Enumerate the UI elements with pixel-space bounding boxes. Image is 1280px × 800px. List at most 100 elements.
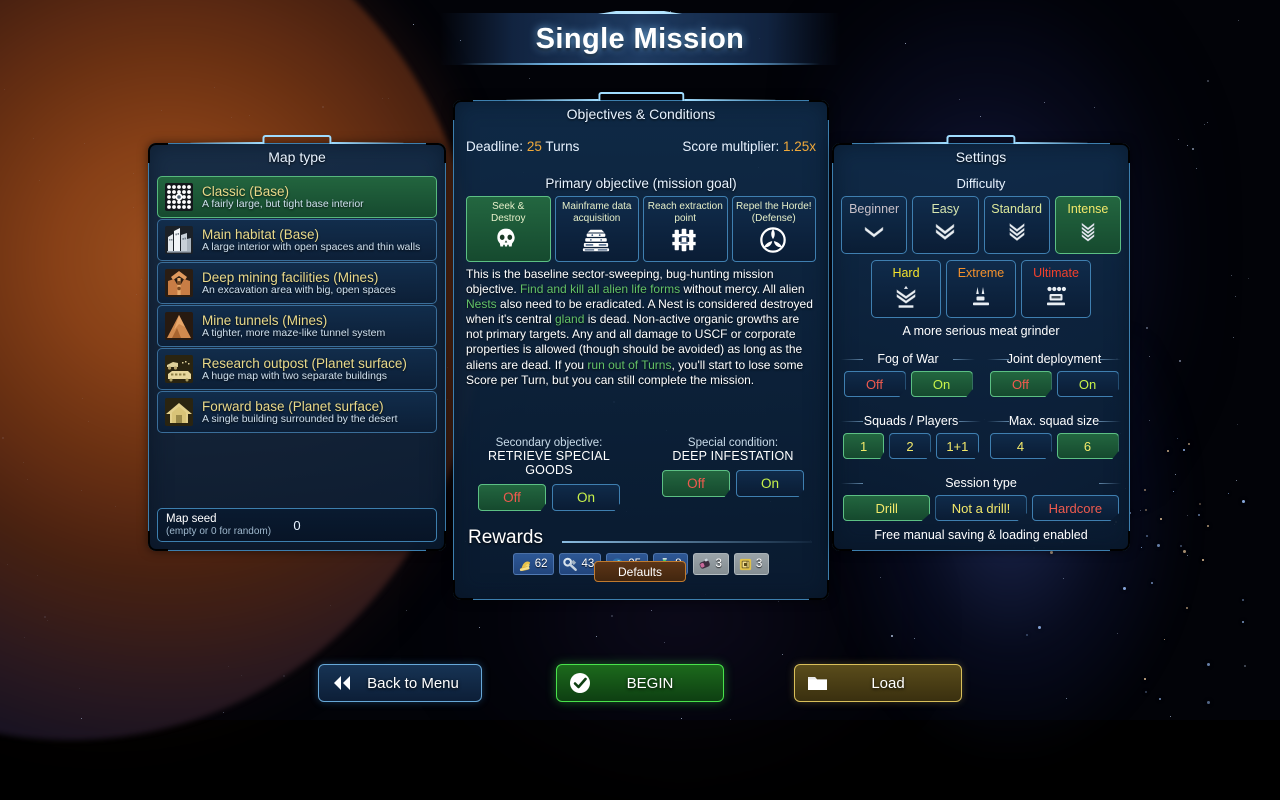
secondary-off-label: Off xyxy=(503,490,521,505)
primary-objective-header: Primary objective (mission goal) xyxy=(545,176,737,191)
difficulty-option-intense[interactable]: Intense xyxy=(1054,196,1121,254)
reward-value: 3 xyxy=(755,558,763,570)
joint-deployment-option-1[interactable]: On xyxy=(1056,371,1119,397)
rewards-divider xyxy=(562,541,812,543)
option-label: Drill xyxy=(875,500,898,516)
objective-label-line1: Repel the Horde! xyxy=(735,201,812,212)
map-type-item-0[interactable]: Classic (Base) A fairly large, but tight … xyxy=(157,176,437,218)
map-seed-label-line2: (empty or 0 for random) xyxy=(166,525,272,537)
difficulty-option-hard[interactable]: Hard xyxy=(871,260,941,318)
special-on-button[interactable]: On xyxy=(736,470,804,497)
primary-objective-option-1[interactable]: Mainframe data acquisition xyxy=(554,196,639,262)
session-type-option-1[interactable]: Not a drill! xyxy=(935,495,1027,521)
load-button[interactable]: Load xyxy=(794,664,962,702)
defense-icon xyxy=(759,226,789,256)
score-value: 1.25x xyxy=(782,139,816,154)
map-seed-input[interactable]: 0 xyxy=(293,518,300,533)
primary-objective-options: Seek & Destroy Mainframe data acquisition Re… xyxy=(466,196,816,262)
back-to-menu-button[interactable]: Back to Menu xyxy=(318,664,482,702)
house-icon xyxy=(164,397,194,427)
buildings-icon xyxy=(164,225,194,255)
secondary-off-button[interactable]: Off xyxy=(478,484,546,511)
difficulty-option-standard[interactable]: Standard xyxy=(983,196,1050,254)
session-type-option-0[interactable]: Drill xyxy=(843,495,931,521)
deadline-unit: Turns xyxy=(545,139,580,154)
reward-item-4: 3 xyxy=(693,553,729,575)
fog-of-war-option-1[interactable]: On xyxy=(910,371,973,397)
gold-bell-icon xyxy=(517,557,532,572)
folder-icon xyxy=(803,674,833,692)
defaults-button[interactable]: Defaults xyxy=(594,561,686,582)
max-squad-size-option-0[interactable]: 4 xyxy=(989,433,1052,459)
squads-players-option-1[interactable]: 2 xyxy=(889,433,931,459)
rewards-header: Rewards xyxy=(468,527,543,548)
map-type-item-2[interactable]: Deep mining facilities (Mines) An excavat… xyxy=(157,262,437,304)
settings-header-label: Settings xyxy=(955,149,1007,165)
option-label: 6 xyxy=(1083,438,1092,454)
difficulty-label: Intense xyxy=(1067,202,1109,216)
map-type-item-name: Classic (Base) xyxy=(202,183,290,199)
difficulty-label: Extreme xyxy=(957,266,1005,280)
fog-of-war-title: Fog of War xyxy=(841,352,973,366)
description-segment-1: Find and kill all alien life forms xyxy=(520,282,681,297)
primary-objective-option-3[interactable]: Repel the Horde! (Defense) xyxy=(731,196,816,262)
load-label: Load xyxy=(871,674,905,692)
description-segment-3: Nests xyxy=(466,297,497,312)
difficulty-option-extreme[interactable]: Extreme xyxy=(946,260,1016,318)
map-type-item-4[interactable]: Research outpost (Planet surface) A huge … xyxy=(157,348,437,390)
map-type-item-1[interactable]: Main habitat (Base) A large interior with… xyxy=(157,219,437,261)
settings-header: Settings xyxy=(833,135,1129,170)
description-segment-7: run out of Turns xyxy=(587,357,672,372)
map-type-item-desc: A fairly large, but tight base interior xyxy=(202,197,364,210)
secondary-on-button[interactable]: On xyxy=(552,484,620,511)
fog-of-war-option-0[interactable]: Off xyxy=(843,371,906,397)
score-label: Score multiplier: xyxy=(682,139,780,154)
squads-players-option-0[interactable]: 1 xyxy=(843,433,885,459)
objectives-panel: Objectives & Conditions Deadline: 25 Tur… xyxy=(453,92,829,600)
joint-deployment-options: Off On xyxy=(989,371,1119,397)
check-circle-icon xyxy=(565,672,595,694)
max-squad-size-group: Max. squad size 46 xyxy=(987,414,1119,459)
map-type-item-name: Main habitat (Base) xyxy=(202,226,320,242)
max-squad-size-option-1[interactable]: 6 xyxy=(1056,433,1119,459)
objective-label-line1: Reach extraction xyxy=(647,201,723,212)
map-type-item-name: Deep mining facilities (Mines) xyxy=(202,269,379,285)
session-type-group: Session type Drill Not a drill! Hardcore xyxy=(841,476,1119,521)
begin-button[interactable]: BEGIN xyxy=(556,664,724,702)
option-label: Off xyxy=(865,376,884,392)
map-type-item-text: Deep mining facilities (Mines) An excavat… xyxy=(202,270,396,297)
difficulty-option-beginner[interactable]: Beginner xyxy=(841,196,908,254)
special-off-button[interactable]: Off xyxy=(662,470,730,497)
secondary-objective-toggle: Off On xyxy=(464,484,634,511)
squads-players-option-2[interactable]: 1+1 xyxy=(935,433,979,459)
objectives-header-label: Objectives & Conditions xyxy=(566,106,716,122)
skull-icon xyxy=(493,226,523,256)
primary-objective-option-2[interactable]: Reach extraction point xyxy=(643,196,728,262)
secondary-special-row: Secondary objective: RETRIEVE SPECIAL GO… xyxy=(464,437,818,511)
chevron-rank-icon xyxy=(934,221,956,245)
score-multiplier-info: Score multiplier: 1.25x xyxy=(682,139,816,154)
settings-panel: Settings Difficulty Beginner Easy Standard… xyxy=(832,135,1130,551)
map-type-item-5[interactable]: Forward base (Planet surface) A single bu… xyxy=(157,391,437,433)
difficulty-option-ultimate[interactable]: Ultimate xyxy=(1021,260,1091,318)
secondary-objective-group: Secondary objective: RETRIEVE SPECIAL GO… xyxy=(464,437,634,511)
map-type-item-desc: A single building surrounded by the dese… xyxy=(202,412,398,425)
primary-objective-option-0[interactable]: Seek & Destroy xyxy=(466,196,551,262)
max-squad-size-options: 46 xyxy=(989,433,1119,459)
hard-rank-icon xyxy=(893,285,919,309)
objective-label-line2: point xyxy=(674,212,697,224)
map-type-item-3[interactable]: Mine tunnels (Mines) A tighter, more maze… xyxy=(157,305,437,347)
objective-label-line2: (Defense) xyxy=(751,212,796,224)
primary-objective-label: Reach extraction point xyxy=(648,201,723,224)
difficulty-option-easy[interactable]: Easy xyxy=(912,196,979,254)
session-type-option-2[interactable]: Hardcore xyxy=(1031,495,1119,521)
primary-objective-label: Repel the Horde! (Defense) xyxy=(736,201,812,224)
reward-value: 43 xyxy=(581,558,595,570)
map-type-item-desc: An excavation area with big, open spaces xyxy=(202,283,396,296)
page-title-bar: Single Mission xyxy=(0,8,1280,70)
joint-deployment-option-0[interactable]: Off xyxy=(989,371,1052,397)
option-label: 1+1 xyxy=(946,438,969,454)
map-type-item-desc: A tighter, more maze-like tunnel system xyxy=(202,326,386,339)
deadline-score-row: Deadline: 25 Turns Score multiplier: 1.2… xyxy=(466,139,816,154)
map-seed-field[interactable]: Map seed (empty or 0 for random) 0 xyxy=(157,508,437,542)
